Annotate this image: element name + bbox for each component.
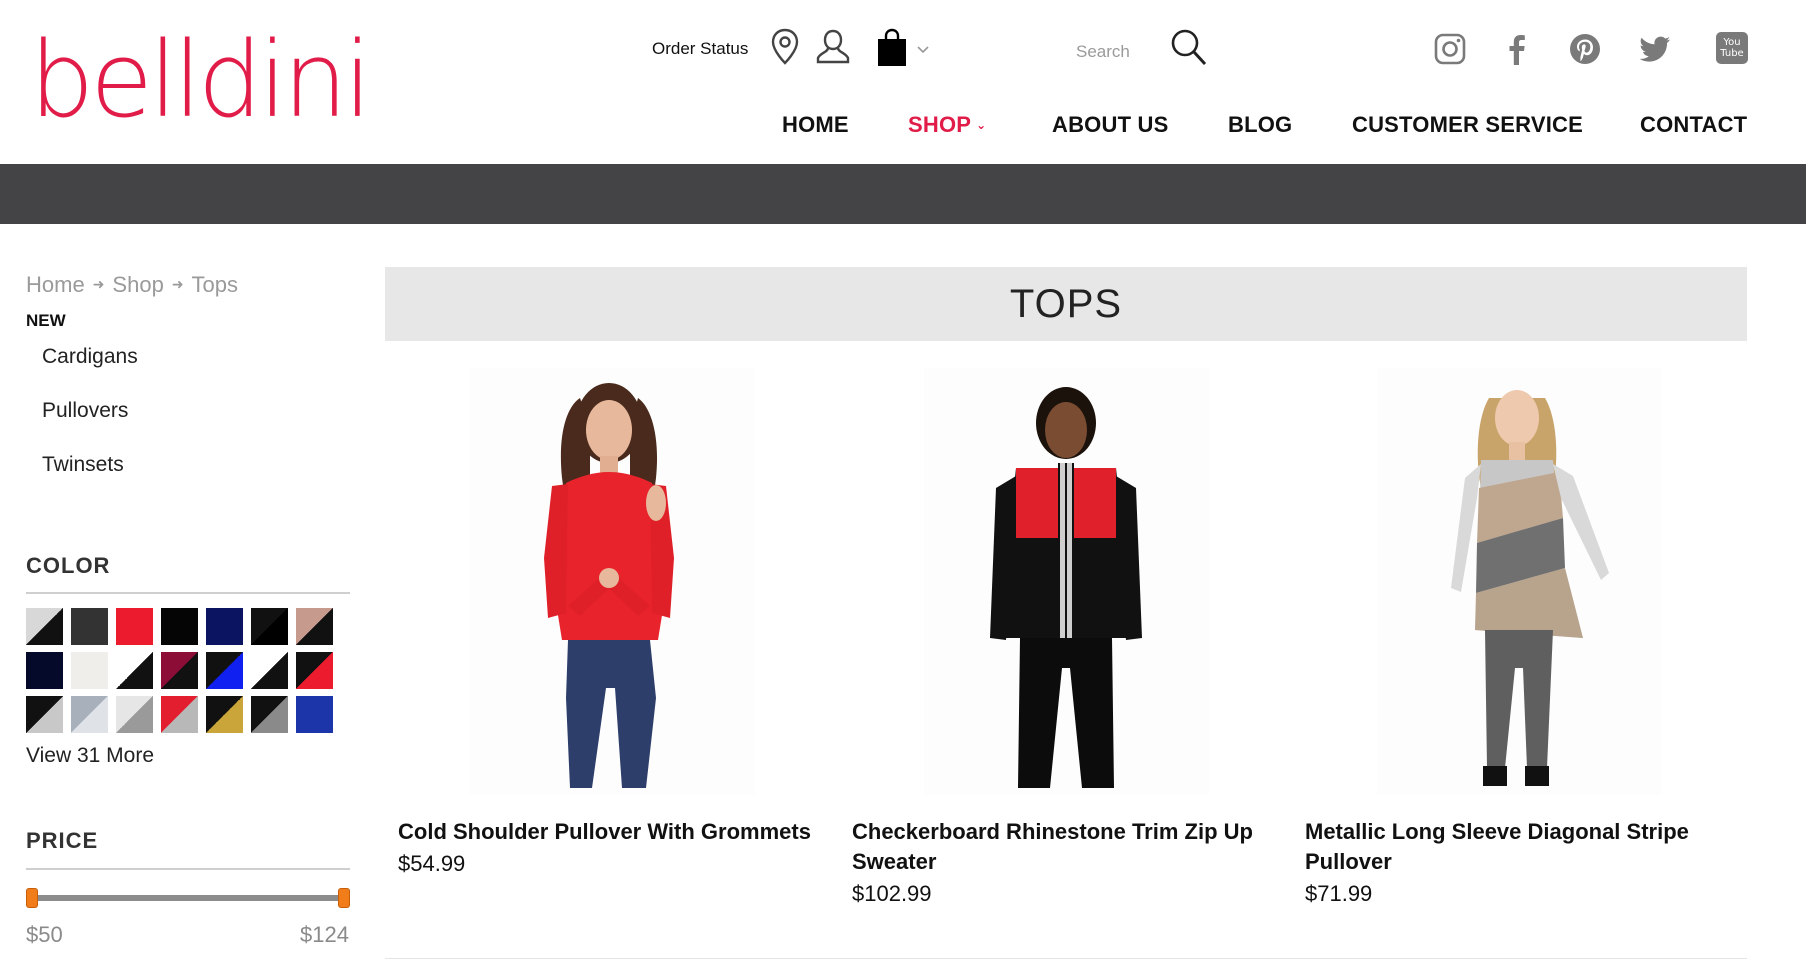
nav-home[interactable]: HOME (782, 112, 849, 138)
category-title-band: TOPS (385, 267, 1747, 341)
divider (385, 958, 1747, 959)
color-swatch[interactable] (71, 608, 108, 645)
youtube-label-tube: Tube (1720, 48, 1744, 59)
color-swatch[interactable] (251, 608, 288, 645)
price-filter-title: PRICE (26, 828, 99, 853)
view-more-colors-link[interactable]: View 31 More (26, 744, 154, 768)
youtube-label-you: You (1723, 37, 1741, 48)
belldini-logo[interactable]: belldini (26, 28, 372, 132)
color-swatch[interactable] (116, 696, 153, 733)
breadcrumb: Home ➜ Shop ➜ Tops (26, 272, 238, 298)
color-swatch[interactable] (251, 652, 288, 689)
price-slider-max-handle[interactable] (338, 888, 350, 908)
subcategory-cardigans[interactable]: Cardigans (42, 345, 138, 369)
subcategory-pullovers[interactable]: Pullovers (42, 399, 128, 423)
breadcrumb-current: Tops (191, 272, 239, 297)
nav-shop-label: SHOP (908, 112, 972, 137)
search-icon[interactable] (1170, 28, 1208, 68)
nav-about-us[interactable]: ABOUT US (1052, 112, 1169, 138)
color-swatch[interactable] (206, 652, 243, 689)
nav-shop[interactable]: SHOP ⌄ (908, 112, 986, 138)
color-swatch[interactable] (71, 652, 108, 689)
product-image[interactable] (1377, 368, 1662, 795)
product-name[interactable]: Metallic Long Sleeve Diagonal Stripe Pul… (1305, 817, 1735, 877)
price-slider-min-handle[interactable] (26, 888, 38, 908)
color-swatch[interactable] (161, 696, 198, 733)
arrow-right-icon: ➜ (171, 276, 184, 292)
pinterest-icon[interactable] (1568, 32, 1602, 66)
nav-contact[interactable]: CONTACT (1640, 112, 1747, 138)
price-slider-track[interactable] (30, 895, 346, 901)
product-name[interactable]: Cold Shoulder Pullover With Grommets (398, 817, 828, 847)
divider (26, 868, 350, 870)
youtube-icon[interactable]: You Tube (1716, 32, 1748, 64)
color-swatch[interactable] (206, 696, 243, 733)
color-swatch[interactable] (26, 608, 63, 645)
price-min-value: $50 (26, 922, 63, 947)
site-header: belldini Order Status Search You Tube HO… (0, 0, 1806, 164)
color-swatch[interactable] (206, 608, 243, 645)
chevron-down-icon[interactable] (917, 46, 929, 54)
promo-bar (0, 164, 1806, 224)
shopping-bag-icon[interactable] (876, 28, 908, 68)
nav-customer-service[interactable]: CUSTOMER SERVICE (1352, 112, 1583, 138)
color-swatch[interactable] (251, 696, 288, 733)
new-filter-link[interactable]: NEW (26, 311, 66, 331)
breadcrumb-home[interactable]: Home (26, 272, 85, 297)
facebook-icon[interactable] (1500, 32, 1534, 66)
color-swatch[interactable] (296, 608, 333, 645)
divider (26, 592, 350, 594)
color-swatch[interactable] (161, 608, 198, 645)
product-name[interactable]: Checkerboard Rhinestone Trim Zip Up Swea… (852, 817, 1282, 877)
product-image[interactable] (924, 368, 1209, 795)
product-price: $54.99 (398, 851, 466, 876)
twitter-icon[interactable] (1638, 32, 1672, 66)
color-swatch[interactable] (161, 652, 198, 689)
product-price: $71.99 (1305, 881, 1373, 906)
chevron-down-icon: ⌄ (976, 118, 987, 132)
color-swatch[interactable] (71, 696, 108, 733)
color-swatch[interactable] (296, 652, 333, 689)
color-swatch[interactable] (296, 696, 333, 733)
color-filter-title: COLOR (26, 553, 111, 578)
instagram-icon[interactable] (1433, 32, 1467, 66)
color-swatch[interactable] (26, 696, 63, 733)
location-pin-icon[interactable] (770, 28, 800, 66)
product-price: $102.99 (852, 881, 932, 906)
product-image[interactable] (470, 368, 755, 795)
search-input[interactable]: Search (1076, 42, 1130, 62)
page-title: TOPS (1009, 281, 1123, 326)
color-swatch[interactable] (116, 608, 153, 645)
account-icon[interactable] (815, 28, 851, 66)
order-status-link[interactable]: Order Status (652, 26, 748, 72)
breadcrumb-shop[interactable]: Shop (112, 272, 163, 297)
nav-blog[interactable]: BLOG (1228, 112, 1292, 138)
color-swatch[interactable] (26, 652, 63, 689)
subcategory-twinsets[interactable]: Twinsets (42, 453, 124, 477)
arrow-right-icon: ➜ (92, 276, 105, 292)
color-swatch[interactable] (116, 652, 153, 689)
price-max-value: $124 (300, 922, 349, 947)
